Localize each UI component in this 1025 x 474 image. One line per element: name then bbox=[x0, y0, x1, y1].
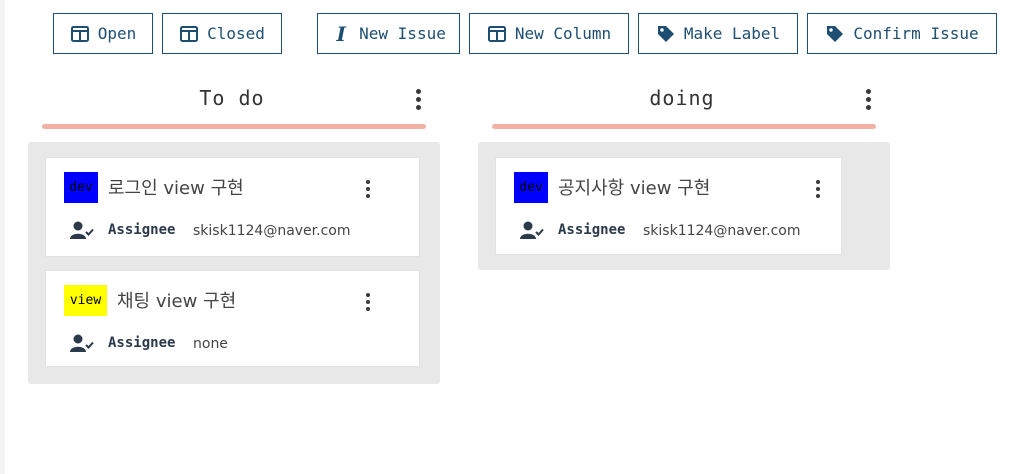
columns-icon bbox=[487, 24, 507, 44]
column-doing: dev 공지사항 view 구현 Assignee skisk1124@nave… bbox=[478, 142, 890, 270]
user-check-icon bbox=[70, 334, 94, 352]
card-menu-icon[interactable] bbox=[364, 293, 372, 313]
toolbar: Open Closed I New Issue New Column Make … bbox=[0, 13, 1025, 56]
column-title: To do bbox=[199, 86, 265, 110]
card-menu-icon[interactable] bbox=[814, 180, 822, 200]
assignee-label: Assignee bbox=[108, 335, 176, 351]
issue-title[interactable]: 로그인 view 구현 bbox=[108, 174, 244, 200]
user-check-icon bbox=[520, 221, 544, 239]
tag-icon bbox=[656, 24, 676, 44]
tag-icon bbox=[825, 24, 845, 44]
new-column-button-label: New Column bbox=[514, 24, 612, 43]
label-badge[interactable]: view bbox=[64, 285, 107, 316]
new-issue-button-label: New Issue bbox=[359, 24, 446, 43]
assignee-label: Assignee bbox=[558, 222, 626, 238]
column-underline bbox=[492, 124, 876, 129]
label-badge[interactable]: dev bbox=[64, 172, 98, 203]
closed-button[interactable]: Closed bbox=[162, 13, 282, 54]
user-check-icon bbox=[70, 221, 94, 239]
new-issue-button[interactable]: I New Issue bbox=[317, 13, 460, 54]
confirm-issue-button[interactable]: Confirm Issue bbox=[807, 13, 997, 54]
assignee-label: Assignee bbox=[108, 222, 176, 238]
issue-card[interactable]: view 채팅 view 구현 Assignee none bbox=[45, 270, 420, 367]
left-edge-strip bbox=[0, 0, 5, 474]
columns-icon bbox=[179, 24, 199, 44]
new-column-button[interactable]: New Column bbox=[469, 13, 629, 54]
issue-title[interactable]: 채팅 view 구현 bbox=[117, 287, 236, 313]
card-menu-icon[interactable] bbox=[364, 180, 372, 200]
confirm-issue-button-label: Confirm Issue bbox=[853, 24, 979, 43]
issue-card[interactable]: dev 로그인 view 구현 Assignee skisk1124@naver… bbox=[45, 157, 420, 257]
make-label-button-label: Make Label bbox=[683, 24, 781, 43]
make-label-button[interactable]: Make Label bbox=[638, 13, 798, 54]
italic-i-icon: I bbox=[336, 21, 346, 46]
assignee-value: skisk1124@naver.com bbox=[643, 223, 801, 239]
column-underline bbox=[42, 124, 426, 129]
assignee-value: skisk1124@naver.com bbox=[193, 223, 351, 239]
open-button-label: Open bbox=[97, 24, 137, 43]
column-title: doing bbox=[649, 86, 715, 110]
columns-icon bbox=[70, 24, 90, 44]
column-menu-icon[interactable] bbox=[865, 89, 873, 111]
column-menu-icon[interactable] bbox=[415, 89, 423, 111]
issue-card[interactable]: dev 공지사항 view 구현 Assignee skisk1124@nave… bbox=[495, 157, 842, 255]
label-badge[interactable]: dev bbox=[514, 172, 548, 203]
closed-button-label: Closed bbox=[207, 24, 265, 43]
open-button[interactable]: Open bbox=[53, 13, 153, 54]
assignee-value: none bbox=[193, 336, 228, 352]
column-todo: dev 로그인 view 구현 Assignee skisk1124@naver… bbox=[28, 142, 440, 384]
issue-title[interactable]: 공지사항 view 구현 bbox=[558, 174, 710, 200]
